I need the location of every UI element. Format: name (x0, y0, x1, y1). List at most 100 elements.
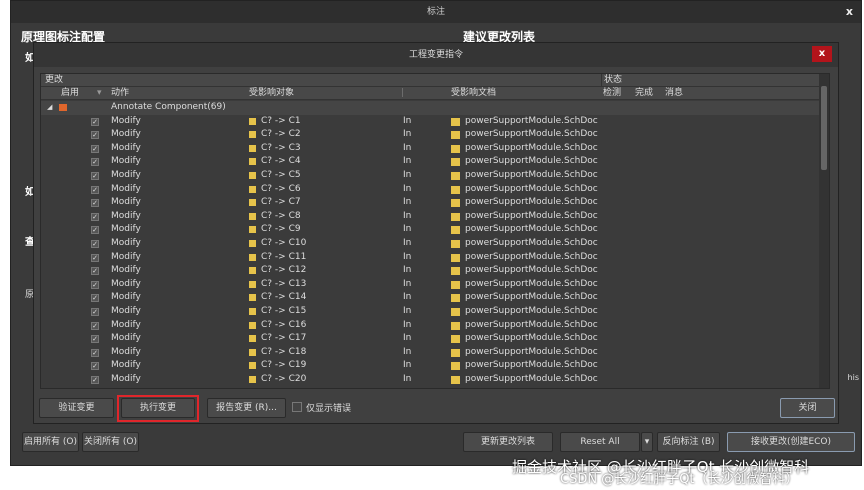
row-direction: In (403, 265, 412, 276)
row-object: C? -> C9 (261, 224, 301, 235)
row-action: Modify (111, 238, 141, 248)
execute-changes-button[interactable]: 执行变更 (121, 398, 195, 418)
table-row[interactable]: ✓ Modify C? -> C9 In powerSupportModule.… (41, 223, 819, 237)
dialog-close-button[interactable]: x (812, 46, 832, 62)
table-row[interactable]: ✓ Modify C? -> C14 In powerSupportModule… (41, 291, 819, 305)
dialog-title: 工程变更指令 (34, 43, 838, 67)
component-icon (249, 226, 256, 234)
expand-icon[interactable]: ◢ (47, 101, 52, 115)
enable-checkbox[interactable]: ✓ (91, 117, 99, 126)
accept-changes-button[interactable]: 接收更改(创建ECO) (727, 432, 855, 452)
col-message[interactable]: 消息 (665, 87, 683, 100)
back-annotate-button[interactable]: 反向标注 (B) (657, 432, 720, 452)
table-row[interactable]: ✓ Modify C? -> C17 In powerSupportModule… (41, 332, 819, 346)
update-change-list-button[interactable]: 更新更改列表 (463, 432, 553, 452)
enable-checkbox[interactable]: ✓ (91, 253, 99, 262)
row-action: Modify (111, 265, 141, 276)
row-document: powerSupportModule.SchDoc (465, 224, 598, 235)
enable-checkbox[interactable]: ✓ (91, 172, 99, 180)
enable-checkbox[interactable]: ✓ (91, 212, 99, 221)
table-row[interactable]: ✓ Modify C? -> C7 In powerSupportModule.… (41, 196, 819, 210)
close-button[interactable]: 关闭 (780, 398, 835, 418)
row-document: powerSupportModule.SchDoc (465, 170, 598, 180)
enable-checkbox[interactable]: ✓ (91, 321, 99, 330)
enable-checkbox[interactable]: ✓ (91, 362, 99, 371)
table-row[interactable]: ✓ Modify C? -> C1 In powerSupportModule.… (41, 114, 819, 129)
enable-all-button[interactable]: 启用所有 (O) (22, 432, 79, 452)
group-row[interactable]: ◢ Annotate Component(69) (41, 101, 819, 115)
enable-checkbox[interactable]: ✓ (91, 308, 99, 316)
right-fragment: his (847, 373, 859, 382)
validate-changes-button[interactable]: 验证变更 (39, 398, 114, 418)
row-document: powerSupportModule.SchDoc (465, 197, 598, 208)
row-document: powerSupportModule.SchDoc (465, 156, 598, 167)
sort-arrow-icon[interactable]: ▾ (97, 87, 102, 100)
row-document: powerSupportModule.SchDoc (465, 251, 598, 262)
row-object: C? -> C14 (261, 292, 307, 303)
table-row[interactable]: ✓ Modify C? -> C6 In powerSupportModule.… (41, 182, 819, 197)
component-icon (249, 240, 256, 247)
table-row[interactable]: ✓ Modify C? -> C8 In powerSupportModule.… (41, 209, 819, 224)
row-action: Modify (111, 292, 141, 303)
component-icon (249, 117, 256, 125)
only-errors-checkbox[interactable] (292, 402, 302, 412)
row-action: Modify (111, 197, 141, 208)
row-action: Modify (111, 306, 141, 316)
row-direction: In (403, 224, 412, 235)
enable-checkbox[interactable]: ✓ (91, 131, 99, 140)
table-row[interactable]: ✓ Modify C? -> C10 In powerSupportModule… (41, 237, 819, 251)
component-icon (249, 376, 256, 383)
enable-checkbox[interactable]: ✓ (91, 376, 99, 384)
table-row[interactable]: ✓ Modify C? -> C3 In powerSupportModule.… (41, 141, 819, 156)
enable-checkbox[interactable]: ✓ (91, 267, 99, 276)
col-object[interactable]: 受影响对象 (249, 87, 294, 100)
enable-checkbox[interactable]: ✓ (91, 199, 99, 208)
row-object: C? -> C16 (261, 319, 307, 330)
enable-checkbox[interactable]: ✓ (91, 294, 99, 303)
table-row[interactable]: ✓ Modify C? -> C5 In powerSupportModule.… (41, 169, 819, 183)
col-document[interactable]: 受影响文档 (451, 87, 496, 100)
table-row[interactable]: ✓ Modify C? -> C13 In powerSupportModule… (41, 277, 819, 292)
row-document: powerSupportModule.SchDoc (465, 319, 598, 330)
row-object: C? -> C1 (261, 115, 301, 126)
eco-dialog: 工程变更指令 x 更改 状态 启用 ▾ 动作 受影响对象 | 受影响文档 检测 … (33, 42, 839, 424)
row-direction: In (403, 333, 412, 344)
row-object: C? -> C11 (261, 251, 307, 262)
enable-checkbox[interactable]: ✓ (91, 335, 99, 344)
table-group-header: 更改 状态 (41, 74, 819, 87)
row-action: Modify (111, 251, 141, 262)
table-row[interactable]: ✓ Modify C? -> C18 In powerSupportModule… (41, 345, 819, 360)
col-action[interactable]: 动作 (111, 87, 129, 100)
window-close-icon[interactable]: x (846, 5, 853, 18)
table-row[interactable]: ✓ Modify C? -> C16 In powerSupportModule… (41, 318, 819, 333)
disable-all-button[interactable]: 关闭所有 (O) (82, 432, 139, 452)
col-enable[interactable]: 启用 (61, 87, 79, 100)
reset-all-button[interactable]: Reset All (560, 432, 640, 452)
enable-checkbox[interactable]: ✓ (91, 144, 99, 153)
enable-checkbox[interactable]: ✓ (91, 226, 99, 235)
table-row[interactable]: ✓ Modify C? -> C12 In powerSupportModule… (41, 264, 819, 278)
table-row[interactable]: ✓ Modify C? -> C11 In powerSupportModule… (41, 250, 819, 265)
enable-checkbox[interactable]: ✓ (91, 185, 99, 194)
row-document: powerSupportModule.SchDoc (465, 374, 598, 384)
table-row[interactable]: ✓ Modify C? -> C19 In powerSupportModule… (41, 359, 819, 373)
row-object: C? -> C2 (261, 129, 301, 140)
report-changes-button[interactable]: 报告变更 (R)... (207, 398, 286, 418)
enable-checkbox[interactable]: ✓ (91, 158, 99, 167)
row-action: Modify (111, 333, 141, 344)
row-direction: In (403, 156, 412, 167)
schdoc-icon (451, 158, 460, 167)
enable-checkbox[interactable]: ✓ (91, 348, 99, 357)
col-check[interactable]: 检测 (603, 87, 621, 100)
table-row[interactable]: ✓ Modify C? -> C20 In powerSupportModule… (41, 373, 819, 387)
scrollbar-thumb[interactable] (821, 86, 827, 170)
reset-dropdown-chevron-icon[interactable]: ▾ (641, 432, 653, 452)
table-row[interactable]: ✓ Modify C? -> C2 In powerSupportModule.… (41, 128, 819, 142)
enable-checkbox[interactable]: ✓ (91, 240, 99, 248)
vertical-scrollbar[interactable] (819, 74, 829, 388)
schdoc-icon (451, 144, 460, 153)
table-row[interactable]: ✓ Modify C? -> C15 In powerSupportModule… (41, 305, 819, 319)
table-row[interactable]: ✓ Modify C? -> C4 In powerSupportModule.… (41, 155, 819, 169)
enable-checkbox[interactable]: ✓ (91, 280, 99, 289)
col-done[interactable]: 完成 (635, 87, 653, 100)
